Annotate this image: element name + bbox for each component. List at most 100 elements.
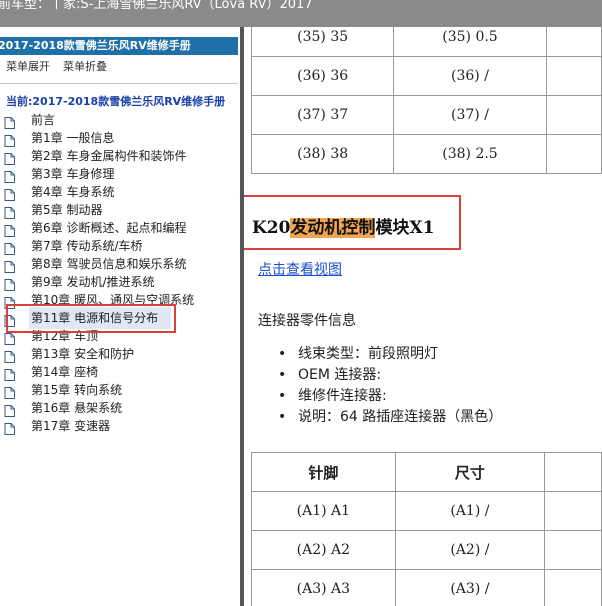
- sidebar-item[interactable]: 第9章 发动机/推进系统: [0, 273, 240, 291]
- sidebar-item-label: 前言: [31, 113, 56, 127]
- document-icon: [4, 204, 15, 219]
- table-cell: (35) 0.5: [393, 27, 547, 57]
- table-cell: [545, 134, 602, 174]
- table-cell: (38) 2.5: [393, 134, 547, 174]
- sidebar-item[interactable]: 第5章 制动器: [0, 201, 240, 219]
- sidebar-item-label: 第4章 车身系统: [31, 185, 115, 199]
- table-cell: [544, 530, 602, 570]
- document-icon: [4, 366, 15, 381]
- sidebar-item-label: 第17章 变速器: [31, 419, 111, 433]
- sidebar-item[interactable]: 前言: [0, 111, 240, 129]
- sidebar-item-label: 第16章 悬架系统: [31, 401, 123, 415]
- connector-info-label: 连接器零件信息: [258, 313, 356, 329]
- sidebar-item[interactable]: 第8章 驾驶员信息和娱乐系统: [0, 255, 240, 273]
- table-row: (A1) A1 (A1) /: [251, 491, 602, 531]
- table-cell: (36) 36: [250, 56, 395, 96]
- table-cell: (A1) /: [394, 491, 546, 531]
- table-row: (38) 38 (38) 2.5: [250, 134, 602, 174]
- table-cell: [545, 95, 602, 135]
- sidebar-item-label: 第9章 发动机/推进系统: [31, 275, 155, 289]
- sidebar-item-label: 第13章 安全和防护: [31, 347, 135, 361]
- table-row: (35) 35 (35) 0.5: [250, 27, 602, 57]
- table-cell: (A3) A3: [251, 569, 396, 606]
- content-pane: (35) 35 (35) 0.5 (36) 36 (36) / (37) 37 (37) …: [244, 27, 602, 606]
- document-icon: [4, 114, 15, 129]
- table-cell: (38) 38: [250, 134, 395, 174]
- table-cell: (A1) A1: [251, 491, 396, 531]
- window-title-bar: 前车型：丨家:S-上海雪佛兰乐风RV（Lova RV）2017: [0, 0, 602, 27]
- list-item: 说明：64 路插座连接器（黑色）: [278, 407, 502, 428]
- sidebar-item[interactable]: 第4章 车身系统: [0, 183, 240, 201]
- document-icon: [4, 222, 15, 237]
- module-title-highlight: 发动机控制: [290, 218, 376, 238]
- sidebar-header-title: 2017-2018款雪佛兰乐风RV维修手册: [0, 39, 191, 52]
- window-title: 前车型：丨家:S-上海雪佛兰乐风RV（Lova RV）2017: [0, 0, 313, 12]
- document-icon: [4, 402, 15, 417]
- module-title-suffix: 模块X1: [375, 218, 435, 238]
- table-cell: (A2) A2: [251, 530, 396, 570]
- view-diagram-link[interactable]: 点击查看视图: [258, 259, 342, 279]
- table-cell: (A3) /: [394, 569, 546, 606]
- table-header-row: 针脚 尺寸: [251, 452, 602, 492]
- table-row: (A3) A3 (A3) /: [251, 569, 602, 606]
- document-icon: [4, 186, 15, 201]
- module-title: K20发动机控制模块X1: [252, 213, 434, 238]
- sidebar-item[interactable]: 第1章 一般信息: [0, 129, 240, 147]
- sidebar-item[interactable]: 第16章 悬架系统: [0, 399, 240, 417]
- sidebar-item-label: 第15章 转向系统: [31, 383, 123, 397]
- sidebar-header: 2017-2018款雪佛兰乐风RV维修手册: [0, 37, 238, 55]
- list-item: 维修件连接器:: [278, 386, 502, 407]
- table-row: (37) 37 (37) /: [250, 95, 602, 135]
- sidebar-item[interactable]: 第2章 车身金属构件和装饰件: [0, 147, 240, 165]
- column-header: 尺寸: [394, 452, 546, 492]
- document-icon: [4, 420, 15, 435]
- module-title-prefix: K20: [252, 218, 291, 238]
- sidebar-item[interactable]: 第7章 传动系统/车桥: [0, 237, 240, 255]
- column-header: 针脚: [251, 452, 396, 492]
- column-header: [544, 452, 602, 492]
- collapse-menu-button[interactable]: 菜单折叠: [63, 58, 107, 74]
- sidebar-item[interactable]: 第17章 变速器: [0, 417, 240, 435]
- list-item: 线束类型：前段照明灯: [278, 344, 502, 365]
- table-cell: (37) 37: [250, 95, 395, 135]
- document-icon: [4, 150, 15, 165]
- sidebar-item-label: 第6章 诊断概述、起点和编程: [31, 221, 187, 235]
- sidebar-item[interactable]: 第3章 车身修理: [0, 165, 240, 183]
- sidebar: 2017-2018款雪佛兰乐风RV维修手册 菜单展开 菜单折叠 当前:2017-…: [0, 27, 240, 606]
- document-icon: [4, 348, 15, 363]
- table-cell: [545, 27, 602, 57]
- document-icon: [4, 240, 15, 255]
- table-cell: [544, 491, 602, 531]
- pin-size-table: 针脚 尺寸 (A1) A1 (A1) / (A2) A2 (A2) / (A3) A3 (A3…: [251, 452, 602, 606]
- current-manual-label: 当前:2017-2018款雪佛兰乐风RV维修手册: [6, 95, 226, 108]
- table-row: (36) 36 (36) /: [250, 56, 602, 96]
- sidebar-item[interactable]: 第15章 转向系统: [0, 381, 240, 399]
- sidebar-divider: [0, 83, 238, 84]
- sidebar-item[interactable]: 第6章 诊断概述、起点和编程: [0, 219, 240, 237]
- table-cell: [545, 56, 602, 96]
- sidebar-item-label: 第3章 车身修理: [31, 167, 115, 181]
- document-icon: [4, 384, 15, 399]
- document-icon: [4, 168, 15, 183]
- sidebar-item-label: 第1章 一般信息: [31, 131, 115, 145]
- pin-size-table-top: (35) 35 (35) 0.5 (36) 36 (36) / (37) 37 (37) …: [250, 27, 602, 174]
- list-item: OEM 连接器:: [278, 365, 502, 386]
- sidebar-item-label: 第7章 传动系统/车桥: [31, 239, 143, 253]
- sidebar-item-label: 第14章 座椅: [31, 365, 99, 379]
- table-row: (A2) A2 (A2) /: [251, 530, 602, 570]
- table-cell: [544, 569, 602, 606]
- document-icon: [4, 132, 15, 147]
- sidebar-item[interactable]: 第13章 安全和防护: [0, 345, 240, 363]
- sidebar-item-label: 第5章 制动器: [31, 203, 103, 217]
- annotation-box-chapter11: [6, 304, 176, 333]
- table-cell: (A2) /: [394, 530, 546, 570]
- document-icon: [4, 276, 15, 291]
- sidebar-item-label: 第8章 驾驶员信息和娱乐系统: [31, 257, 187, 271]
- expand-menu-button[interactable]: 菜单展开: [6, 58, 50, 74]
- document-icon: [4, 258, 15, 273]
- table-cell: (37) /: [393, 95, 547, 135]
- sidebar-item-label: 第2章 车身金属构件和装饰件: [31, 149, 187, 163]
- sidebar-item[interactable]: 第14章 座椅: [0, 363, 240, 381]
- table-cell: (36) /: [393, 56, 547, 96]
- connector-info-list: 线束类型：前段照明灯OEM 连接器:维修件连接器:说明：64 路插座连接器（黑色…: [278, 344, 502, 428]
